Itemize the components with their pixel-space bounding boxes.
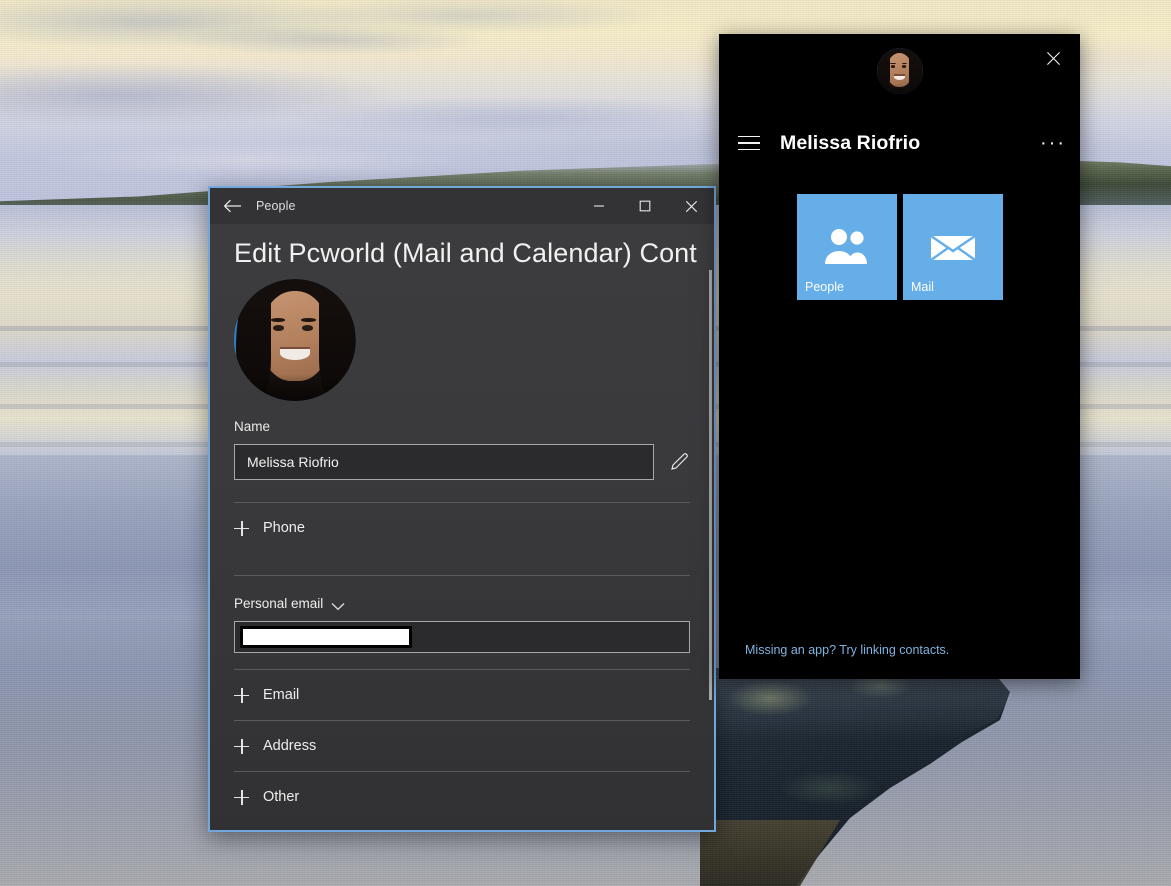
window-title: People (256, 199, 296, 213)
edit-contact-form: Name Melissa Riofrio Phone Personal emai… (210, 419, 714, 830)
add-other-label: Other (263, 789, 300, 805)
flyout-header: Melissa Riofrio ··· (719, 122, 1080, 164)
plus-icon (234, 738, 249, 754)
page-title: Edit Pcworld (Mail and Calendar) Cont (234, 238, 697, 268)
maximize-button[interactable] (622, 188, 668, 224)
mail-envelope-icon (930, 235, 976, 261)
hamburger-menu-icon[interactable] (727, 135, 771, 151)
contact-flyout-panel: Melissa Riofrio ··· People Mail Missing … (719, 34, 1080, 679)
flyout-avatar[interactable] (876, 48, 923, 94)
personal-email-input[interactable] (234, 621, 690, 653)
tile-people[interactable]: People (797, 194, 897, 300)
window-content: Edit Pcworld (Mail and Calendar) Cont Na… (210, 224, 714, 830)
more-options-button[interactable]: ··· (1040, 122, 1066, 164)
add-other-row[interactable]: Other (234, 772, 690, 822)
add-phone-label: Phone (263, 520, 305, 536)
name-row: Melissa Riofrio (234, 444, 690, 480)
back-arrow-icon[interactable] (210, 188, 254, 224)
personal-email-type-selector[interactable]: Personal email (234, 596, 690, 611)
add-phone-row[interactable]: Phone (234, 503, 690, 553)
add-address-row[interactable]: Address (234, 721, 690, 771)
contact-avatar (234, 279, 356, 401)
close-button[interactable] (668, 188, 714, 224)
add-email-label: Email (263, 687, 300, 703)
flyout-contact-name: Melissa Riofrio (780, 131, 921, 154)
add-address-label: Address (263, 738, 317, 754)
people-icon (825, 229, 867, 264)
app-tiles: People Mail (797, 194, 1003, 300)
linking-contacts-hint[interactable]: Missing an app? Try linking contacts. (745, 643, 949, 657)
divider (234, 575, 690, 576)
vertical-scrollbar[interactable] (709, 270, 712, 700)
people-app-window: People Edit Pcworld (Mail and Calendar) … (208, 186, 716, 832)
tile-people-label: People (805, 280, 844, 294)
plus-icon (234, 789, 249, 805)
tile-mail[interactable]: Mail (903, 194, 1003, 300)
plus-icon (234, 520, 249, 536)
minimize-button[interactable] (576, 188, 622, 224)
window-controls (576, 188, 714, 224)
tile-mail-label: Mail (911, 280, 934, 294)
redacted-email-value (240, 626, 412, 648)
add-email-row[interactable]: Email (234, 670, 690, 720)
plus-icon (234, 687, 249, 703)
name-label: Name (234, 419, 271, 434)
pencil-icon[interactable] (668, 451, 690, 473)
close-icon[interactable] (1032, 40, 1074, 76)
window-titlebar: People (210, 188, 714, 224)
personal-email-label: Personal email (234, 596, 324, 611)
name-input[interactable]: Melissa Riofrio (234, 444, 654, 480)
chevron-down-icon (331, 599, 345, 611)
